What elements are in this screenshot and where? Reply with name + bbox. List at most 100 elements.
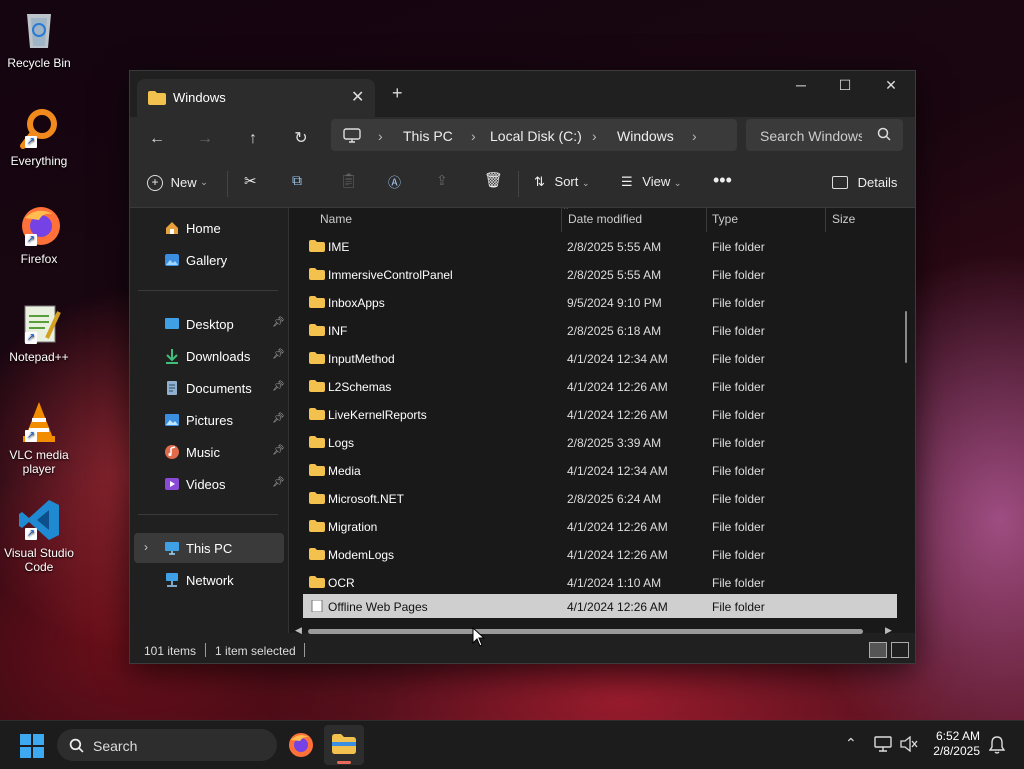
file-row[interactable]: InboxApps 9/5/2024 9:10 PM File folder (303, 288, 897, 316)
forward-arrow-icon[interactable]: → (193, 127, 217, 151)
file-row[interactable]: Offline Web Pages 4/1/2024 12:26 AM File f… (303, 594, 897, 618)
view-label: View (642, 174, 671, 189)
refresh-icon[interactable]: ↻ (289, 127, 313, 151)
sort-icon: ⇅ (534, 174, 545, 189)
new-button[interactable]: + New ⌄ (147, 174, 208, 191)
file-date: 4/1/2024 12:34 AM (567, 352, 668, 366)
desktop-icon-firefox[interactable]: ↗ Firefox (4, 204, 74, 266)
column-separator[interactable] (561, 208, 562, 232)
file-row[interactable]: InputMethod 4/1/2024 12:34 AM File folder (303, 344, 897, 372)
sidebar-item-videos[interactable]: Videos 📌︎ (134, 469, 285, 499)
file-row[interactable]: L2Schemas 4/1/2024 12:26 AM File folder (303, 372, 897, 400)
address-bar[interactable]: › This PC › Local Disk (C:) › Windows › (331, 119, 737, 151)
column-header-name[interactable]: Name (320, 212, 352, 226)
network-status-icon[interactable] (874, 736, 892, 752)
sidebar-item-documents[interactable]: Documents 📌︎ (134, 373, 285, 403)
firefox-icon[interactable] (288, 732, 314, 758)
sidebar-item-this-pc[interactable]: › This PC (134, 533, 284, 563)
column-separator[interactable] (706, 208, 707, 232)
file-row[interactable]: ModemLogs 4/1/2024 12:26 AM File folder (303, 540, 897, 568)
desktop-icon-notepadpp[interactable]: ↗ Notepad++ (4, 302, 74, 364)
scroll-right-icon[interactable]: ▶ (885, 625, 892, 636)
details-pane-button[interactable]: Details (832, 174, 897, 190)
breadcrumb-local-disk[interactable]: Local Disk (C:) (490, 128, 582, 144)
maximize-button[interactable]: ☐ (822, 77, 868, 94)
file-row[interactable]: OCR 4/1/2024 1:10 AM File folder (303, 568, 897, 596)
desktop-icon-vscode[interactable]: ↗ Visual Studio Code (4, 498, 74, 574)
file-row[interactable]: Media 4/1/2024 12:34 AM File folder (303, 456, 897, 484)
up-arrow-icon[interactable]: ↑ (241, 127, 265, 151)
file-name: Migration (328, 520, 378, 534)
selection-count: 1 item selected (215, 644, 296, 658)
clock[interactable]: 6:52 AM 2/8/2025 (933, 729, 980, 759)
file-row[interactable]: Migration 4/1/2024 12:26 AM File folder (303, 512, 897, 540)
column-header-type[interactable]: Type (712, 212, 738, 226)
file-row[interactable]: ImmersiveControlPanel 2/8/2025 5:55 AM Fil… (303, 260, 897, 288)
file-row[interactable]: Logs 2/8/2025 3:39 AM File folder (303, 428, 897, 456)
sidebar-item-music[interactable]: Music 📌︎ (134, 437, 285, 467)
windows-start-icon[interactable] (20, 734, 44, 758)
file-date: 2/8/2025 5:55 AM (567, 240, 662, 254)
close-tab-icon[interactable]: ✕ (351, 87, 364, 107)
file-type: File folder (712, 464, 765, 478)
tab-windows[interactable]: Windows ✕ (137, 79, 375, 117)
scroll-left-icon[interactable]: ◀ (295, 625, 302, 636)
column-separator[interactable] (825, 208, 826, 232)
copy-icon[interactable]: ⧉ (292, 172, 302, 189)
sidebar-item-label: Music (186, 445, 220, 460)
pin-icon: 📌︎ (272, 381, 285, 392)
sidebar-item-gallery[interactable]: Gallery (134, 245, 284, 275)
horizontal-scrollbar[interactable] (308, 629, 863, 634)
breadcrumb-this-pc[interactable]: This PC (403, 128, 453, 144)
vertical-scrollbar[interactable] (905, 311, 907, 363)
desktop-icon-vlc[interactable]: ↗ VLC media player (4, 400, 74, 476)
file-date: 2/8/2025 3:39 AM (567, 436, 662, 450)
volume-muted-icon[interactable] (900, 736, 918, 752)
file-row[interactable]: INF 2/8/2025 6:18 AM File folder (303, 316, 897, 344)
folder-icon (309, 380, 325, 392)
details-view-icon[interactable] (869, 642, 887, 658)
close-window-button[interactable]: ✕ (868, 77, 914, 94)
desktop-icon-everything[interactable]: ↗ Everything (4, 106, 74, 168)
chevron-up-icon[interactable]: ⌃ (845, 735, 857, 752)
separator (205, 643, 206, 657)
sidebar-item-home[interactable]: Home (134, 213, 284, 243)
search-box[interactable]: Search Windows (746, 119, 903, 151)
column-header-size[interactable]: Size (832, 212, 855, 226)
more-options-icon[interactable]: ••• (713, 170, 732, 191)
column-header-date[interactable]: Date modified (568, 212, 642, 226)
file-name: Logs (328, 436, 355, 450)
file-row[interactable]: LiveKernelReports 4/1/2024 12:26 AM File f… (303, 400, 897, 428)
rename-icon[interactable]: Ⓐ (388, 172, 401, 191)
sidebar-item-network[interactable]: Network (134, 565, 284, 595)
minimize-button[interactable]: ─ (778, 77, 824, 93)
chevron-right-icon[interactable]: › (144, 540, 148, 554)
chevron-right-icon[interactable]: › (692, 128, 697, 144)
sidebar-item-label: Network (186, 573, 234, 588)
taskbar-search[interactable]: Search (57, 729, 277, 761)
cut-icon[interactable]: ✂ (244, 172, 257, 190)
divider (138, 514, 278, 515)
large-icons-view-icon[interactable] (891, 642, 909, 658)
file-type: File folder (712, 352, 765, 366)
view-button[interactable]: ☰ View ⌄ (621, 174, 681, 190)
sidebar-item-desktop[interactable]: Desktop 📌︎ (134, 309, 285, 339)
paste-icon[interactable]: 📋︎ (340, 172, 358, 189)
file-explorer-taskbar-button[interactable] (324, 725, 364, 765)
back-arrow-icon[interactable]: ← (145, 127, 169, 151)
new-tab-button[interactable]: + (392, 83, 403, 104)
desktop-icon-recycle-bin[interactable]: Recycle Bin (4, 8, 74, 70)
file-row[interactable]: IME 2/8/2025 5:55 AM File folder (303, 232, 897, 260)
sidebar-item-pictures[interactable]: Pictures 📌︎ (134, 405, 285, 435)
sort-button[interactable]: ⇅ Sort ⌄ (534, 174, 590, 190)
mouse-cursor-icon (472, 627, 486, 647)
sidebar-item-downloads[interactable]: Downloads 📌︎ (134, 341, 285, 371)
file-row[interactable]: Microsoft.NET 2/8/2025 6:24 AM File folder (303, 484, 897, 512)
notification-bell-icon[interactable] (989, 736, 1005, 754)
share-icon[interactable]: ⇪ (436, 172, 448, 189)
file-name: OCR (328, 576, 355, 590)
file-list: ⌃ Name Date modified Type Size IME 2/8/20… (289, 208, 915, 633)
breadcrumb-windows[interactable]: Windows (617, 128, 674, 144)
file-icon (311, 600, 323, 612)
delete-icon[interactable]: 🗑︎ (484, 171, 503, 189)
